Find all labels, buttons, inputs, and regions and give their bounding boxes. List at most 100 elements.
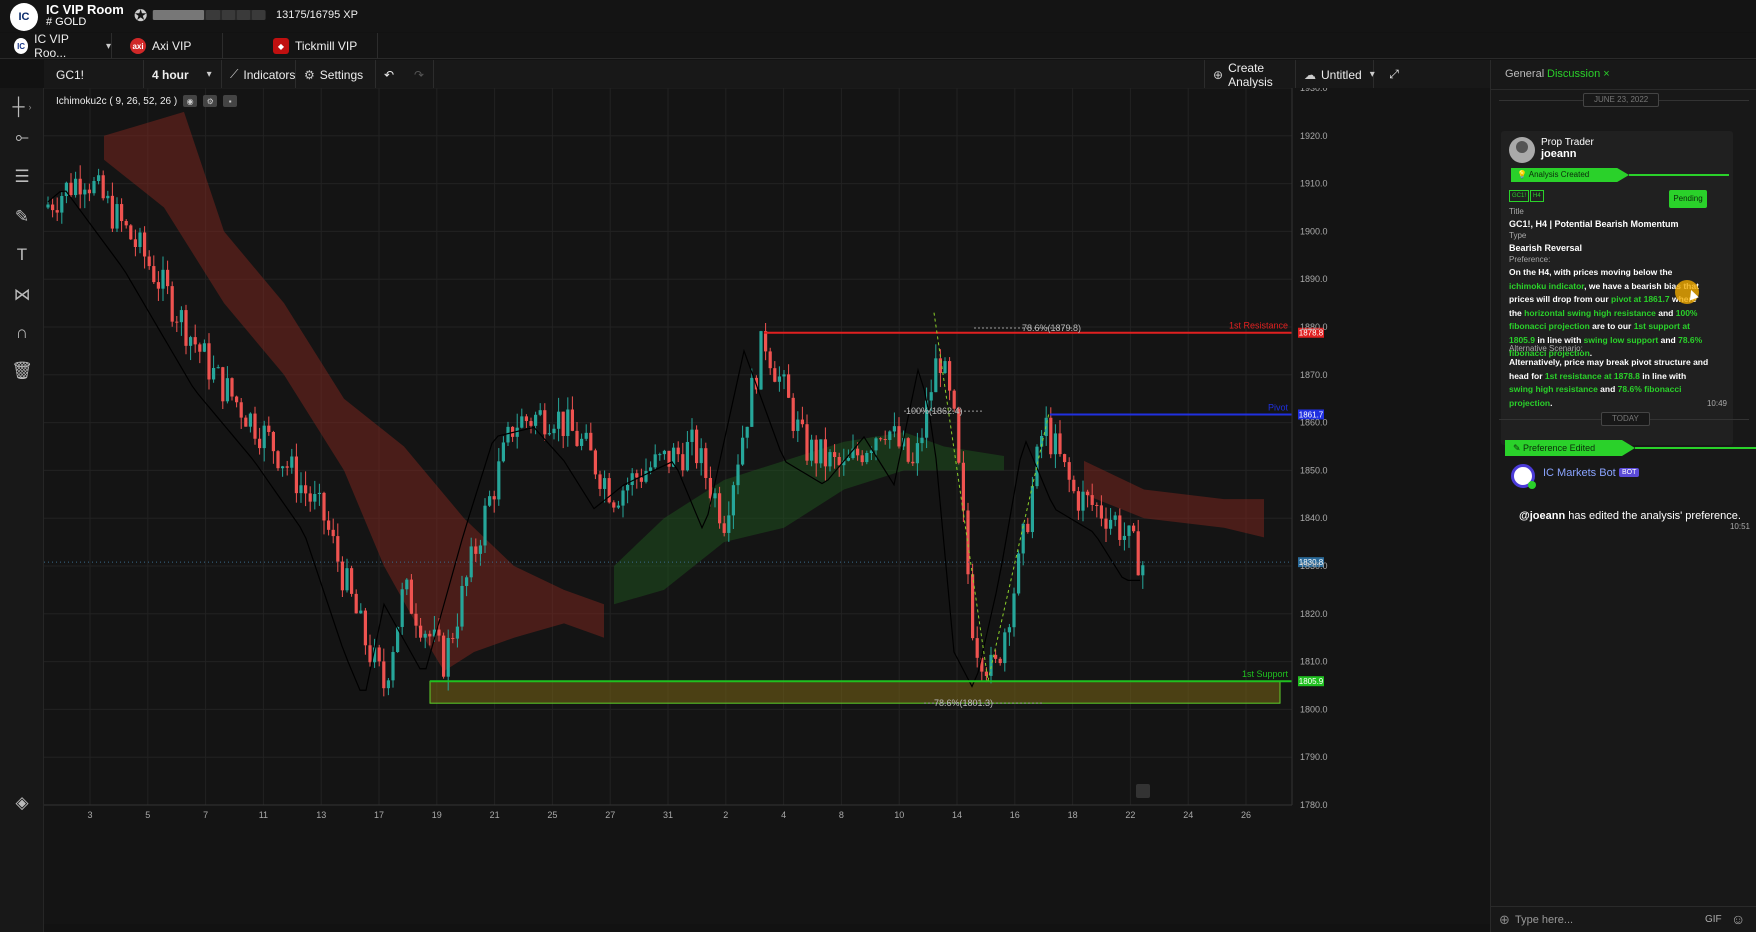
- candle-body: [212, 367, 216, 380]
- trendline-tool[interactable]: ⟜: [0, 118, 44, 156]
- chevron-down-icon[interactable]: ▾: [106, 41, 111, 52]
- create-analysis-button[interactable]: ⊕ Create Analysis: [1204, 60, 1296, 89]
- candle-body: [488, 496, 492, 506]
- bot-name[interactable]: IC Markets Bot: [1543, 467, 1616, 479]
- gear-icon[interactable]: ⚙: [203, 95, 218, 107]
- x-tick-label: 5: [145, 810, 150, 820]
- gif-button[interactable]: GIF: [1705, 914, 1722, 925]
- candle-body: [584, 432, 588, 439]
- candle-body: [557, 411, 561, 429]
- candle-body: [971, 574, 975, 639]
- candle-body: [874, 438, 878, 451]
- layout-selector[interactable]: ☁ Untitled ▾: [1296, 60, 1375, 89]
- candle-body: [718, 493, 722, 524]
- candle-body: [290, 456, 294, 468]
- tab-tickmill-vip[interactable]: ◆ Tickmill VIP: [222, 33, 378, 59]
- close-icon[interactable]: ×: [1603, 68, 1609, 80]
- date-label: TODAY: [1601, 412, 1650, 426]
- bot-avatar[interactable]: [1511, 464, 1536, 489]
- candle-body: [695, 429, 699, 464]
- candle-body: [791, 397, 795, 431]
- trash-icon[interactable]: ▪: [223, 95, 238, 107]
- candle-body: [501, 442, 505, 462]
- symbol-tag: GC1!: [1509, 190, 1530, 202]
- candle-body: [506, 426, 510, 443]
- emoji-icon[interactable]: ☺: [1731, 911, 1745, 927]
- y-tick-label: 1810.0: [1300, 657, 1328, 667]
- candle-body: [156, 282, 160, 289]
- candle-body: [143, 232, 147, 257]
- ic-markets-logo[interactable]: IC: [10, 3, 38, 31]
- redo-button[interactable]: ↷: [406, 60, 434, 89]
- candle-body: [1095, 504, 1099, 506]
- candle-body: [87, 189, 91, 194]
- crosshair-icon: ┼: [12, 97, 25, 116]
- tickmill-icon: ◆: [273, 38, 289, 54]
- plus-icon[interactable]: ⊕: [1499, 912, 1510, 928]
- candle-body: [787, 374, 791, 398]
- candle-body: [920, 437, 924, 444]
- candle-body: [478, 545, 482, 554]
- interval-selector[interactable]: 4 hour ▾: [144, 60, 222, 89]
- indicators-button[interactable]: ⟋ Indicators: [222, 60, 296, 89]
- tab-ic-vip-room[interactable]: IC IC VIP Roo... ▾: [14, 32, 112, 60]
- candle-body: [810, 439, 814, 461]
- candle-body: [828, 452, 832, 467]
- candle-body: [386, 680, 390, 689]
- mouse-cursor: [1675, 280, 1699, 304]
- y-tick-label: 1790.0: [1300, 752, 1328, 762]
- settings-button[interactable]: ⚙ Settings: [296, 60, 376, 89]
- y-tick-label: 1890.0: [1300, 274, 1328, 284]
- author-name[interactable]: joeann: [1541, 148, 1576, 160]
- y-tick-label: 1860.0: [1300, 418, 1328, 428]
- tab-axi-vip[interactable]: axi Axi VIP: [122, 33, 222, 59]
- delete-tool[interactable]: 🗑: [0, 352, 44, 390]
- text-tool[interactable]: T: [0, 236, 44, 274]
- candle-body: [639, 477, 643, 482]
- fib-tool[interactable]: ☰: [0, 158, 44, 196]
- candlestick-chart[interactable]: 1st Resistance1878.8Pivot1861.71st Suppo…: [44, 88, 1490, 924]
- avatar[interactable]: [1509, 137, 1535, 163]
- candle-body: [129, 225, 133, 240]
- candle-body: [327, 520, 331, 530]
- fullscreen-button[interactable]: ⤢: [1374, 60, 1414, 89]
- tab-general[interactable]: General: [1505, 68, 1544, 80]
- candle-body: [244, 417, 248, 427]
- candle-body: [331, 529, 335, 537]
- price-chart[interactable]: 1st Resistance 1878.8 Pivot 1861.7 1st Suppo…: [44, 88, 1490, 924]
- candle-body: [1099, 505, 1103, 519]
- layout-label: Untitled: [1321, 67, 1362, 82]
- undo-button[interactable]: ↶: [376, 60, 406, 89]
- candle-body: [350, 568, 354, 594]
- analysis-created-banner: 💡 Analysis Created: [1511, 168, 1629, 182]
- ichimoku-cloud-bearish: [104, 111, 604, 672]
- candle-body: [299, 485, 303, 494]
- candle-body: [336, 536, 340, 562]
- candle-body: [391, 652, 395, 681]
- x-tick-label: 22: [1125, 810, 1135, 820]
- candle-body: [1049, 417, 1053, 455]
- y-tick-label: 1910.0: [1300, 179, 1328, 189]
- mention[interactable]: @joeann: [1519, 510, 1565, 522]
- layers-tool[interactable]: ◈: [0, 784, 44, 822]
- candle-body: [124, 221, 128, 226]
- y-tick-label: 1780.0: [1300, 800, 1328, 810]
- candle-body: [741, 437, 745, 465]
- pattern-tool[interactable]: ⋈: [0, 276, 44, 314]
- magnet-tool[interactable]: ∩: [0, 314, 44, 352]
- tab-discussion[interactable]: Discussion ×: [1547, 68, 1610, 80]
- candle-body: [1067, 462, 1071, 480]
- candle-body: [543, 410, 547, 435]
- candle-body: [860, 455, 864, 463]
- symbol-selector[interactable]: GC1!: [44, 60, 144, 89]
- candle-body: [906, 438, 910, 462]
- y-tick-label: 1800.0: [1300, 704, 1328, 714]
- analysis-title: GC1!, H4 | Potential Bearish Momentum: [1509, 219, 1679, 229]
- brush-tool[interactable]: ✎: [0, 198, 44, 236]
- message-input[interactable]: [1513, 911, 1663, 929]
- candle-body: [253, 413, 257, 439]
- y-tick-label: 1900.0: [1300, 226, 1328, 236]
- candle-body: [166, 269, 170, 287]
- eye-icon[interactable]: ◉: [183, 95, 198, 107]
- candle-body: [74, 178, 78, 196]
